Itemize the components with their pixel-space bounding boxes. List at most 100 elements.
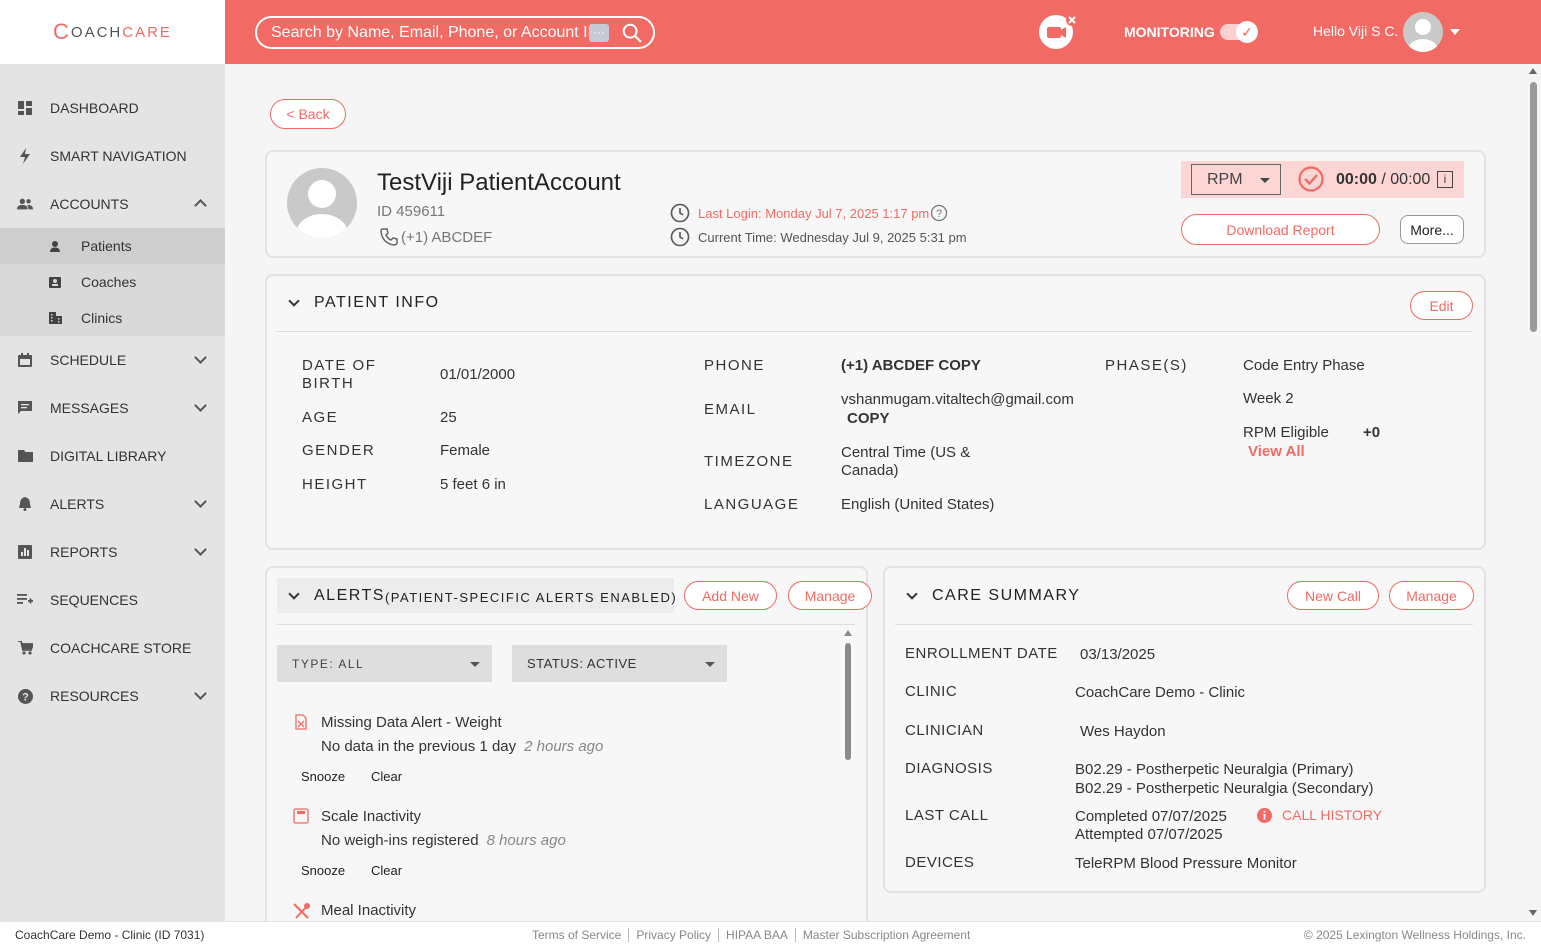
manage-alerts-button[interactable]: Manage: [788, 581, 872, 610]
more-dots-icon[interactable]: ···: [589, 23, 609, 42]
alert-title: Missing Data Alert - Weight: [321, 714, 502, 731]
type-filter-select[interactable]: TYPE: ALL: [277, 645, 492, 682]
sidebar-item-resources[interactable]: ? RESOURCES: [0, 672, 225, 720]
status-filter-select[interactable]: STATUS: ACTIVE: [512, 645, 727, 682]
bell-icon: [17, 496, 33, 512]
svg-text:?: ?: [22, 691, 29, 703]
enrollment-value: 03/13/2025: [1080, 646, 1156, 663]
footer-clinic: CoachCare Demo - Clinic (ID 7031): [15, 928, 205, 942]
language-value: English (United States): [841, 496, 995, 513]
care-summary-title[interactable]: CARE SUMMARY: [906, 587, 1080, 605]
call-history-link[interactable]: CALL HISTORY: [1282, 806, 1382, 825]
scale-icon: [293, 808, 309, 824]
monitoring-toggle[interactable]: ✓: [1220, 21, 1258, 43]
playlist-add-icon: [17, 592, 33, 608]
info-icon[interactable]: i: [1437, 171, 1453, 188]
timezone-value: Central Time (US & Canada): [841, 444, 971, 479]
search-icon[interactable]: [621, 22, 643, 44]
rpm-program-select[interactable]: RPM: [1191, 164, 1281, 195]
dob-label: DATE OF BIRTH: [302, 357, 377, 392]
more-button[interactable]: More...: [1400, 215, 1464, 244]
user-avatar[interactable]: [1403, 12, 1443, 52]
timezone-label: TIMEZONE: [704, 453, 794, 470]
copy-email-button[interactable]: COPY: [847, 410, 890, 428]
view-all-link[interactable]: View All: [1248, 443, 1305, 461]
clear-button[interactable]: Clear: [371, 863, 402, 878]
sidebar-item-reports[interactable]: REPORTS: [0, 528, 225, 576]
check-circle-icon[interactable]: [1298, 166, 1324, 192]
missing-data-icon: [295, 714, 307, 730]
phase-item: Week 2: [1243, 390, 1294, 407]
diagnosis-value: B02.29 - Postherpetic Neuralgia (Primary…: [1075, 761, 1354, 778]
sidebar-subitem-clinics[interactable]: Clinics: [0, 300, 225, 336]
patient-id: ID 459611: [377, 203, 446, 220]
scroll-up-arrow[interactable]: [844, 630, 852, 636]
edit-button[interactable]: Edit: [1410, 291, 1473, 320]
alerts-title[interactable]: ALERTS (PATIENT-SPECIFIC ALERTS ENABLED): [288, 587, 677, 605]
folder-icon: [17, 448, 33, 464]
building-icon: [48, 311, 62, 325]
patient-phone: (+1) ABCDEF: [379, 227, 492, 247]
logo-area[interactable]: C OACH CARE: [0, 0, 225, 64]
page-scroll-down-arrow[interactable]: [1529, 910, 1537, 916]
sidebar-item-smart-navigation[interactable]: SMART NAVIGATION: [0, 132, 225, 180]
patient-info-title[interactable]: PATIENT INFO: [288, 294, 440, 312]
divider: [895, 624, 1473, 625]
cart-icon: [17, 640, 33, 656]
back-button[interactable]: < Back: [270, 99, 346, 129]
lightning-icon: [17, 148, 33, 164]
sidebar-item-coachcare-store[interactable]: COACHCARE STORE: [0, 624, 225, 672]
footer: CoachCare Demo - Clinic (ID 7031) Terms …: [0, 921, 1541, 945]
age-label: AGE: [302, 409, 339, 426]
page-scrollbar-thumb[interactable]: [1530, 82, 1537, 332]
add-new-alert-button[interactable]: Add New: [684, 581, 777, 610]
sidebar-item-sequences[interactable]: SEQUENCES: [0, 576, 225, 624]
help-icon[interactable]: ?: [930, 204, 948, 222]
phone-label: PHONE: [704, 357, 765, 374]
sidebar-item-alerts[interactable]: ALERTS: [0, 480, 225, 528]
hipaa-link[interactable]: HIPAA BAA: [719, 928, 796, 942]
divider: [277, 624, 855, 625]
sidebar-subitem-coaches[interactable]: Coaches: [0, 264, 225, 300]
terms-link[interactable]: Terms of Service: [532, 928, 630, 942]
check-icon: ✓: [1236, 21, 1258, 43]
sidebar-item-schedule[interactable]: SCHEDULE: [0, 336, 225, 384]
clear-button[interactable]: Clear: [371, 769, 402, 784]
user-menu-chevron-icon[interactable]: [1450, 29, 1460, 35]
sidebar-item-dashboard[interactable]: DASHBOARD: [0, 84, 225, 132]
privacy-link[interactable]: Privacy Policy: [629, 928, 720, 942]
snooze-button[interactable]: Snooze: [301, 863, 345, 878]
search-input[interactable]: Search by Name, Email, Phone, or Account…: [271, 24, 589, 42]
gender-label: GENDER: [302, 442, 376, 459]
dropdown-arrow-icon: [1260, 178, 1270, 183]
new-call-button[interactable]: New Call: [1287, 581, 1379, 610]
video-call-icon[interactable]: [1038, 14, 1078, 50]
download-report-button[interactable]: Download Report: [1181, 214, 1380, 245]
help-icon: ?: [17, 688, 33, 704]
language-label: LANGUAGE: [704, 496, 800, 513]
chevron-down-icon: [194, 399, 207, 412]
user-greeting[interactable]: Hello Viji S C.: [1313, 23, 1398, 39]
copy-phone-button[interactable]: COPY: [938, 357, 981, 374]
copyright: © 2025 Lexington Wellness Holdings, Inc.: [1303, 928, 1526, 942]
info-icon[interactable]: [1257, 808, 1272, 823]
sidebar-item-digital-library[interactable]: DIGITAL LIBRARY: [0, 432, 225, 480]
patient-avatar: [287, 168, 357, 238]
current-time: Current Time: Wednesday Jul 9, 2025 5:31…: [698, 229, 967, 245]
phases-label: PHASE(S): [1105, 357, 1188, 374]
alerts-scrollbar-thumb[interactable]: [845, 643, 851, 760]
badge-icon: [48, 275, 62, 289]
page-scroll-up-arrow[interactable]: [1529, 68, 1537, 74]
sidebar-item-messages[interactable]: MESSAGES: [0, 384, 225, 432]
last-call-value: Completed 07/07/2025: [1075, 808, 1227, 825]
chevron-down-icon: [288, 295, 300, 307]
sidebar-item-accounts[interactable]: ACCOUNTS: [0, 180, 225, 228]
alert-title: Scale Inactivity: [321, 808, 422, 825]
manage-care-button[interactable]: Manage: [1389, 581, 1474, 610]
sidebar-subitem-patients[interactable]: Patients: [0, 228, 225, 264]
phase-more-count: +0: [1363, 424, 1381, 441]
devices-label: DEVICES: [905, 854, 975, 871]
subscription-link[interactable]: Master Subscription Agreement: [796, 928, 977, 942]
search-box[interactable]: Search by Name, Email, Phone, or Account…: [255, 16, 655, 49]
snooze-button[interactable]: Snooze: [301, 769, 345, 784]
